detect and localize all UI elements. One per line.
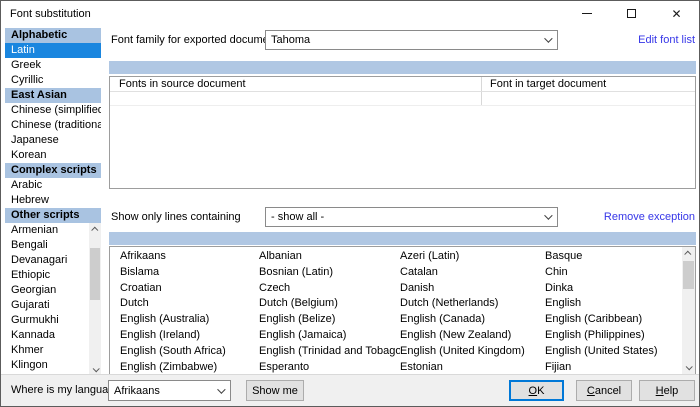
- list-item[interactable]: English (South Africa): [120, 344, 259, 360]
- chevron-down-icon: [217, 385, 225, 393]
- list-item[interactable]: English (Canada): [400, 312, 545, 328]
- list-item[interactable]: Croatian: [120, 281, 259, 297]
- list-item[interactable]: English (New Zealand): [400, 328, 545, 344]
- language-lookup-combobox[interactable]: Afrikaans: [108, 380, 231, 401]
- list-item[interactable]: Chin: [545, 265, 682, 281]
- list-item[interactable]: English (Belize): [259, 312, 400, 328]
- list-item[interactable]: Bislama: [120, 265, 259, 281]
- font-family-value: Tahoma: [271, 34, 310, 46]
- language-scrollbar-thumb[interactable]: [683, 261, 694, 289]
- sidebar-item-bengali[interactable]: Bengali: [5, 238, 89, 253]
- fonts-table-empty-row: [110, 92, 695, 106]
- list-item[interactable]: Czech: [259, 281, 400, 297]
- language-list-top-band: [109, 232, 696, 245]
- list-item[interactable]: Danish: [400, 281, 545, 297]
- list-item[interactable]: English (Philippines): [545, 328, 682, 344]
- sidebar-header-alphabetic: Alphabetic: [5, 28, 101, 43]
- sidebar-item-devanagari[interactable]: Devanagari: [5, 253, 89, 268]
- sidebar-item-georgian[interactable]: Georgian: [5, 283, 89, 298]
- fonts-table-header-row: Fonts in source document Font in target …: [110, 77, 695, 92]
- filter-label: Show only lines containing: [111, 211, 241, 223]
- sidebar-item-cyrillic[interactable]: Cyrillic: [5, 73, 101, 88]
- scroll-up-icon[interactable]: [682, 247, 695, 260]
- sidebar-header-other-scripts: Other scripts: [5, 208, 101, 223]
- list-item[interactable]: Basque: [545, 249, 682, 265]
- language-grid: Afrikaans Albanian Azeri (Latin) Basque …: [110, 247, 682, 374]
- window-title: Font substitution: [1, 8, 91, 20]
- sidebar-item-kannada[interactable]: Kannada: [5, 328, 89, 343]
- font-family-combobox[interactable]: Tahoma: [265, 30, 558, 50]
- list-item[interactable]: Catalan: [400, 265, 545, 281]
- list-item[interactable]: English (Caribbean): [545, 312, 682, 328]
- sidebar-item-latin[interactable]: Latin: [5, 43, 101, 58]
- list-item[interactable]: Fijian: [545, 360, 682, 374]
- sidebar-item-arabic[interactable]: Arabic: [5, 178, 101, 193]
- cancel-button[interactable]: Cancel: [576, 380, 632, 401]
- list-item[interactable]: English (Zimbabwe): [120, 360, 259, 374]
- filter-combobox[interactable]: - show all -: [265, 207, 558, 227]
- sidebar-item-greek[interactable]: Greek: [5, 58, 101, 73]
- sidebar-item-chinese-traditional[interactable]: Chinese (traditional): [5, 118, 101, 133]
- list-item[interactable]: English (United Kingdom): [400, 344, 545, 360]
- sidebar-item-khmer[interactable]: Khmer: [5, 343, 89, 358]
- sidebar-scroll-items: Armenian Bengali Devanagari Ethiopic Geo…: [5, 223, 89, 376]
- list-item[interactable]: English (Australia): [120, 312, 259, 328]
- sidebar-header-complex-scripts: Complex scripts: [5, 163, 101, 178]
- sidebar-item-korean[interactable]: Korean: [5, 148, 101, 163]
- language-list-scrollbar[interactable]: [682, 247, 695, 374]
- list-item[interactable]: English (Jamaica): [259, 328, 400, 344]
- sidebar-scrollbar-thumb[interactable]: [90, 248, 100, 300]
- list-item[interactable]: English: [545, 296, 682, 312]
- language-list: Afrikaans Albanian Azeri (Latin) Basque …: [109, 246, 696, 375]
- list-item[interactable]: Estonian: [400, 360, 545, 374]
- list-item[interactable]: English (Trinidad and Tobago): [259, 344, 400, 360]
- sidebar-item-hebrew[interactable]: Hebrew: [5, 193, 101, 208]
- sidebar-header-east-asian: East Asian: [5, 88, 101, 103]
- font-substitution-dialog: Font substitution ✕ Alphabetic Latin Gre…: [0, 0, 700, 407]
- ok-button[interactable]: OK: [509, 380, 564, 401]
- main-panel: Font family for exported documents Tahom…: [109, 1, 696, 374]
- list-item[interactable]: Dutch (Netherlands): [400, 296, 545, 312]
- fonts-substitution-table: Fonts in source document Font in target …: [109, 76, 696, 189]
- scroll-down-icon[interactable]: [682, 361, 695, 374]
- chevron-down-icon: [544, 211, 552, 219]
- list-item[interactable]: English (Ireland): [120, 328, 259, 344]
- list-item[interactable]: Azeri (Latin): [400, 249, 545, 265]
- sidebar-scroll-area: Armenian Bengali Devanagari Ethiopic Geo…: [5, 223, 101, 376]
- language-lookup-value: Afrikaans: [114, 385, 160, 397]
- sidebar-item-ethiopic[interactable]: Ethiopic: [5, 268, 89, 283]
- filter-value: - show all -: [271, 211, 324, 223]
- sidebar-item-chinese-simplified[interactable]: Chinese (simplified): [5, 103, 101, 118]
- list-item[interactable]: Bosnian (Latin): [259, 265, 400, 281]
- sidebar-scrollbar-track[interactable]: [89, 236, 101, 363]
- list-item[interactable]: Dutch: [120, 296, 259, 312]
- scroll-up-icon[interactable]: [89, 223, 101, 236]
- list-item[interactable]: Dutch (Belgium): [259, 296, 400, 312]
- help-button[interactable]: Help: [639, 380, 695, 401]
- list-item[interactable]: English (United States): [545, 344, 682, 360]
- sidebar-item-gujarati[interactable]: Gujarati: [5, 298, 89, 313]
- footer-bar: Where is my language? Afrikaans Show me …: [1, 374, 699, 406]
- chevron-down-icon: [544, 34, 552, 42]
- font-family-label: Font family for exported documents: [111, 34, 283, 46]
- sidebar-scrollbar[interactable]: [89, 223, 101, 376]
- language-scrollbar-track[interactable]: [682, 260, 695, 361]
- sidebar-item-klingon[interactable]: Klingon: [5, 358, 89, 373]
- list-item[interactable]: Albanian: [259, 249, 400, 265]
- edit-font-list-link[interactable]: Edit font list: [638, 34, 695, 46]
- list-item[interactable]: Afrikaans: [120, 249, 259, 265]
- column-header-source-font: Fonts in source document: [110, 77, 482, 91]
- sidebar-item-japanese[interactable]: Japanese: [5, 133, 101, 148]
- show-me-button[interactable]: Show me: [246, 380, 304, 401]
- sidebar-item-armenian[interactable]: Armenian: [5, 223, 89, 238]
- column-header-target-font: Font in target document: [482, 77, 695, 91]
- remove-exception-link[interactable]: Remove exception: [604, 211, 695, 223]
- script-sidebar: Alphabetic Latin Greek Cyrillic East Asi…: [5, 28, 101, 376]
- list-item[interactable]: Esperanto: [259, 360, 400, 374]
- fonts-table-top-band: [109, 61, 696, 74]
- sidebar-item-gurmukhi[interactable]: Gurmukhi: [5, 313, 89, 328]
- list-item[interactable]: Dinka: [545, 281, 682, 297]
